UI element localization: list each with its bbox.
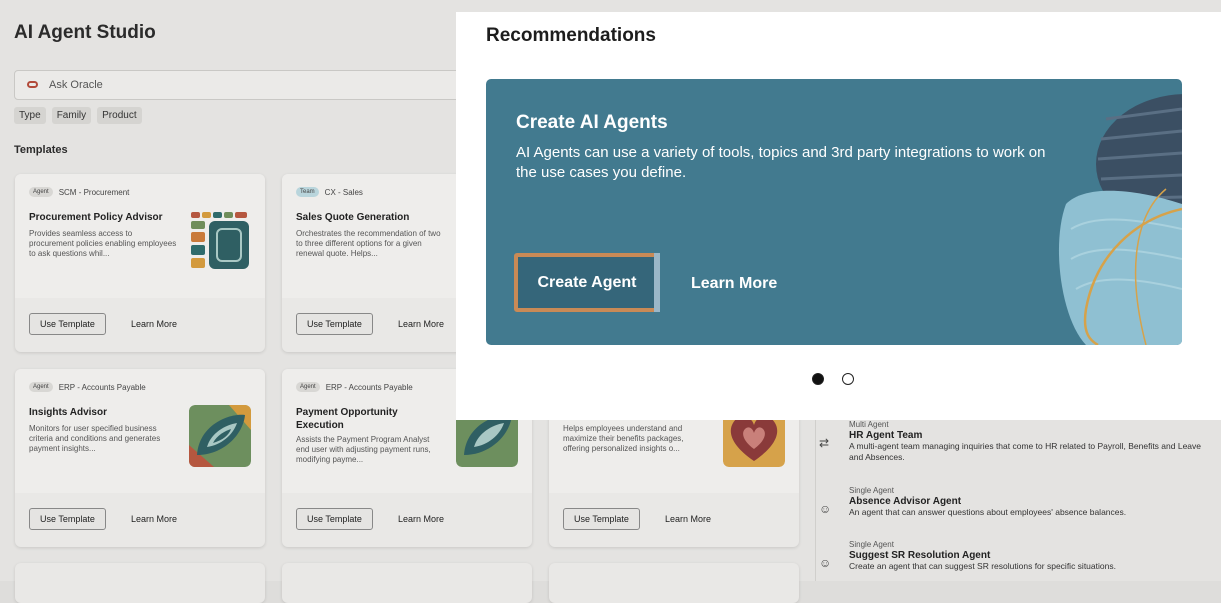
agent-icon: ☺ bbox=[819, 502, 832, 516]
agent-icon: ☺ bbox=[819, 556, 832, 570]
agents-panel: ⇄ Multi Agent HR Agent Team A multi-agen… bbox=[815, 420, 1221, 581]
card-meta: Agent SCM - Procurement bbox=[29, 187, 129, 197]
type-tag: Team bbox=[296, 187, 319, 197]
procurement-art-icon bbox=[189, 210, 251, 272]
use-template-button[interactable]: Use Template bbox=[29, 313, 106, 335]
card-description: Assists the Payment Program Analyst end … bbox=[296, 435, 431, 464]
card-title: Payment Opportunity Execution bbox=[296, 407, 398, 431]
card-description: Orchestrates the recommendation of two t… bbox=[296, 229, 441, 258]
learn-more-link[interactable]: Learn More bbox=[398, 319, 444, 329]
card-title: Sales Quote Generation bbox=[296, 212, 410, 223]
create-agent-button[interactable]: Create Agent bbox=[514, 253, 660, 312]
learn-more-link[interactable]: Learn More bbox=[131, 514, 177, 524]
dialog-title: Recommendations bbox=[486, 25, 656, 46]
type-tag: Agent bbox=[296, 382, 320, 392]
learn-more-link[interactable]: Learn More bbox=[665, 514, 711, 524]
recommendations-dialog: Recommendations Create AI Agents AI Agen… bbox=[456, 12, 1221, 420]
carousel-dot-2[interactable] bbox=[842, 373, 854, 385]
use-template-button[interactable]: Use Template bbox=[296, 313, 373, 335]
carousel-dot-1[interactable] bbox=[812, 373, 824, 385]
banner-description: AI Agents can use a variety of tools, to… bbox=[516, 144, 1046, 181]
card-description: Monitors for user specified business cri… bbox=[29, 424, 161, 453]
filter-bar: Type Family Product bbox=[14, 107, 142, 124]
learn-more-button[interactable]: Learn More bbox=[691, 275, 777, 293]
agent-item[interactable]: ☺ Single Agent Absence Advisor Agent An … bbox=[819, 486, 1209, 518]
type-tag: Agent bbox=[29, 382, 53, 392]
card-meta: Agent ERP - Accounts Payable bbox=[29, 382, 146, 392]
card-meta: Team CX - Sales bbox=[296, 187, 363, 197]
search-input[interactable]: Ask Oracle bbox=[14, 70, 484, 100]
family-label: ERP - Accounts Payable bbox=[325, 382, 413, 392]
use-template-button[interactable]: Use Template bbox=[296, 508, 373, 530]
agent-name: HR Agent Team bbox=[849, 430, 923, 441]
type-tag: Agent bbox=[29, 187, 53, 197]
filter-family[interactable]: Family bbox=[51, 107, 92, 124]
page-title: AI Agent Studio bbox=[14, 22, 156, 43]
use-template-button[interactable]: Use Template bbox=[29, 508, 106, 530]
filter-type[interactable]: Type bbox=[14, 107, 46, 124]
learn-more-link[interactable]: Learn More bbox=[131, 319, 177, 329]
family-label: SCM - Procurement bbox=[58, 187, 130, 197]
card-description: Helps employees understand and maximize … bbox=[563, 424, 684, 453]
agent-kind: Single Agent bbox=[849, 486, 894, 495]
card-title: Insights Advisor bbox=[29, 407, 107, 418]
card-meta: Agent ERP - Accounts Payable bbox=[296, 382, 413, 392]
card-title: Procurement Policy Advisor bbox=[29, 212, 163, 223]
card-description: Provides seamless access to procurement … bbox=[29, 229, 177, 258]
agent-kind: Single Agent bbox=[849, 540, 894, 549]
agent-name: Absence Advisor Agent bbox=[849, 496, 962, 507]
family-label: CX - Sales bbox=[324, 187, 363, 197]
template-card[interactable] bbox=[549, 563, 799, 603]
template-card[interactable] bbox=[282, 563, 532, 603]
family-label: ERP - Accounts Payable bbox=[58, 382, 146, 392]
learn-more-link[interactable]: Learn More bbox=[398, 514, 444, 524]
template-card[interactable] bbox=[15, 563, 265, 603]
oracle-icon bbox=[27, 81, 38, 88]
agent-item[interactable]: ⇄ Multi Agent HR Agent Team A multi-agen… bbox=[819, 420, 1209, 463]
template-card[interactable]: Agent SCM - Procurement Procurement Poli… bbox=[15, 174, 265, 352]
template-card[interactable]: Agent ERP - Accounts Payable Insights Ad… bbox=[15, 369, 265, 547]
agent-description: A multi-agent team managing inquiries th… bbox=[849, 441, 1201, 462]
agent-description: Create an agent that can suggest SR reso… bbox=[849, 561, 1116, 571]
use-template-button[interactable]: Use Template bbox=[563, 508, 640, 530]
banner-heading: Create AI Agents bbox=[516, 112, 668, 133]
filter-product[interactable]: Product bbox=[97, 107, 142, 124]
link-icon: ⇄ bbox=[819, 436, 830, 450]
carousel-indicator bbox=[812, 373, 854, 385]
agent-item[interactable]: ☺ Single Agent Suggest SR Resolution Age… bbox=[819, 540, 1209, 572]
search-placeholder: Ask Oracle bbox=[49, 79, 103, 91]
agent-kind: Multi Agent bbox=[849, 420, 889, 429]
create-agents-banner: Create AI Agents AI Agents can use a var… bbox=[486, 79, 1182, 345]
agent-name: Suggest SR Resolution Agent bbox=[849, 550, 991, 561]
leaf-art-icon bbox=[189, 405, 251, 467]
templates-heading: Templates bbox=[14, 144, 68, 156]
agent-description: An agent that can answer questions about… bbox=[849, 507, 1127, 517]
